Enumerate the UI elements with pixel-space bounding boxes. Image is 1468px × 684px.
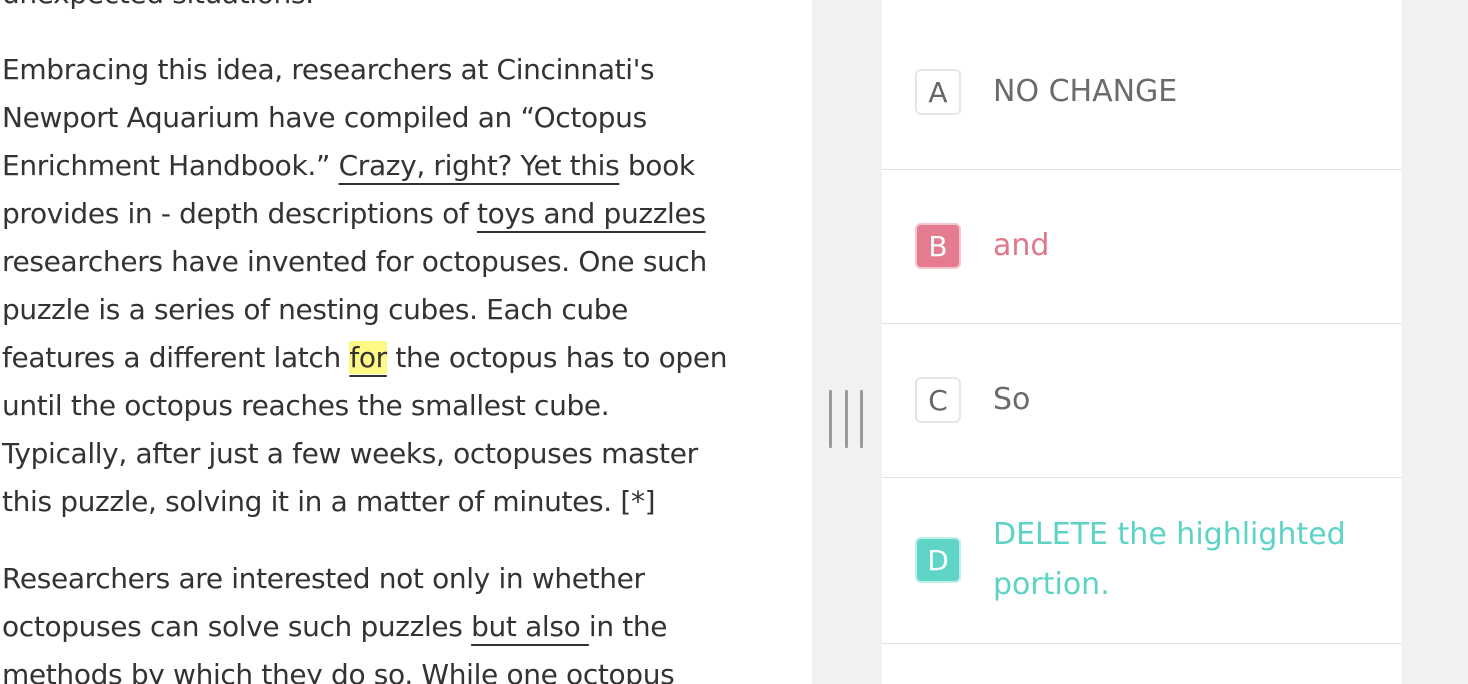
choice-letter-badge: B <box>915 223 961 269</box>
passage-line: Researchers are interested not only in w… <box>2 562 645 595</box>
passage-text: octopuses can solve such puzzles <box>2 610 472 643</box>
passage-fragment: unexpected situations. <box>2 0 802 18</box>
highlighted-portion[interactable]: for <box>349 341 387 374</box>
choice-c[interactable]: C So <box>882 324 1402 478</box>
choice-d[interactable]: D DELETE the highlighted portion. <box>882 478 1402 644</box>
passage-line: researchers have invented for octopuses.… <box>2 245 707 278</box>
underlined-portion[interactable]: but also <box>471 610 589 643</box>
choice-letter-badge: A <box>915 69 961 115</box>
passage-line: methods by which they do so. While one o… <box>2 658 675 684</box>
right-gutter <box>1402 0 1468 684</box>
passage-line: features a different latch for the octop… <box>2 334 802 382</box>
passage-text: features a different latch <box>2 341 350 374</box>
underlined-portion[interactable]: toys and puzzles <box>477 197 706 230</box>
passage-line: octopuses can solve such puzzles but als… <box>2 603 802 651</box>
passage-line: until the octopus reaches the smallest c… <box>2 389 610 422</box>
passage-text: book <box>619 149 695 182</box>
passage-text: provides in - depth descriptions of <box>2 197 477 230</box>
choice-text: So <box>993 382 1031 417</box>
passage-text: in the <box>588 610 668 643</box>
choice-b[interactable]: B and <box>882 170 1402 324</box>
passage-line: unexpected situations. <box>2 0 802 18</box>
passage-paragraph-2: Researchers are interested not only in w… <box>2 555 802 684</box>
passage-line: provides in - depth descriptions of toys… <box>2 190 802 238</box>
choice-text: DELETE the highlighted portion. <box>993 517 1346 602</box>
passage-text: the octopus has to open <box>386 341 728 374</box>
passage-line: this puzzle, solving it in a matter of m… <box>2 485 656 518</box>
underlined-portion[interactable]: Crazy, right? Yet this <box>339 149 620 182</box>
passage-text: Enrichment Handbook.” <box>2 149 339 182</box>
choice-a[interactable]: A NO CHANGE <box>882 16 1402 170</box>
passage-line: Embracing this idea, researchers at Cinc… <box>2 53 655 86</box>
drag-handle-icon[interactable] <box>829 390 863 448</box>
answer-choices-panel: A NO CHANGE B and C So D DELETE the high… <box>882 0 1402 684</box>
passage-paragraph-1: Embracing this idea, researchers at Cinc… <box>2 46 802 526</box>
passage-panel: unexpected situations. Embracing this id… <box>0 0 812 684</box>
choice-letter-badge: D <box>915 537 961 583</box>
passage-line: puzzle is a series of nesting cubes. Eac… <box>2 293 629 326</box>
panel-splitter[interactable] <box>812 0 882 684</box>
choice-text: NO CHANGE <box>993 74 1178 109</box>
passage-line: Newport Aquarium have compiled an “Octop… <box>2 101 647 134</box>
choice-text: and <box>993 228 1050 263</box>
choice-letter-badge: C <box>915 377 961 423</box>
passage-line: Enrichment Handbook.” Crazy, right? Yet … <box>2 142 802 190</box>
passage-line: Typically, after just a few weeks, octop… <box>2 437 698 470</box>
